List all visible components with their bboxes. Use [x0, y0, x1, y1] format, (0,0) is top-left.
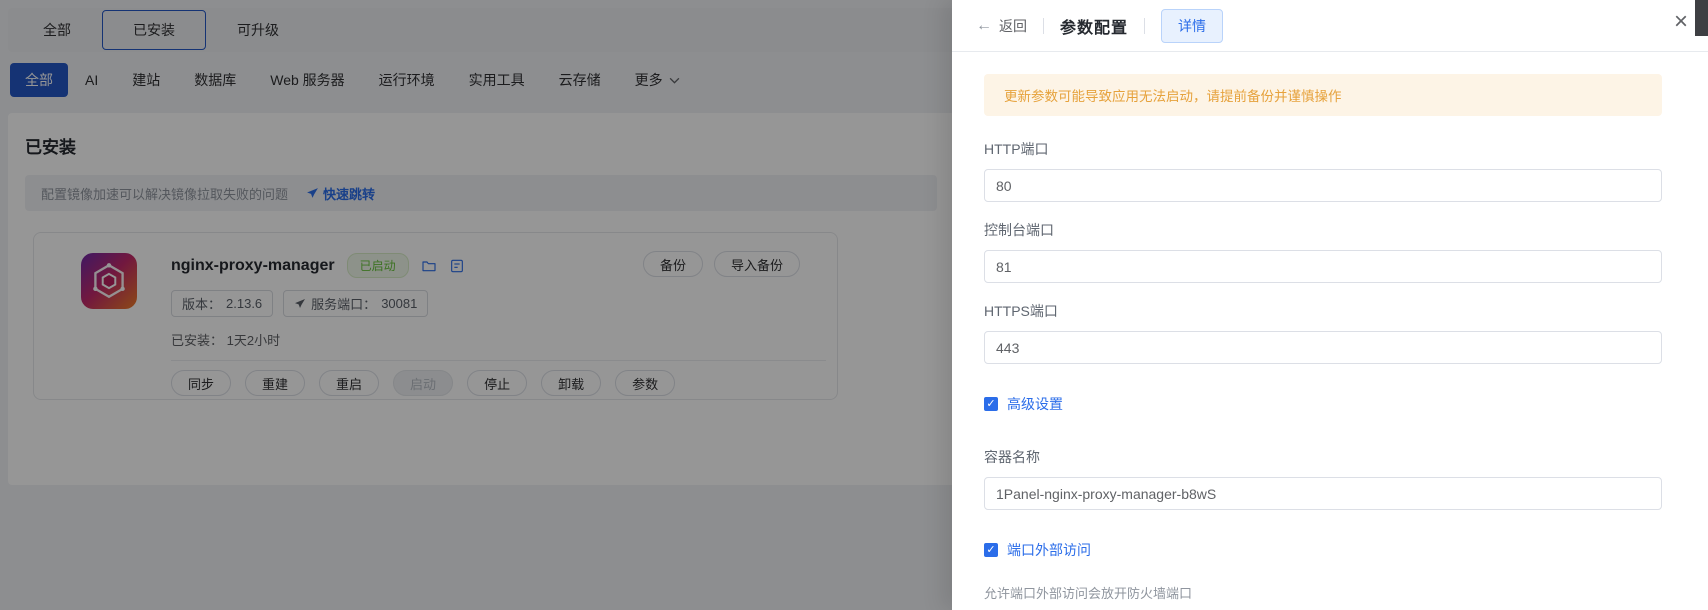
- drawer-title: 参数配置: [1060, 19, 1129, 37]
- drawer-overlay[interactable]: [0, 0, 952, 610]
- https-port-label: HTTPS端口: [984, 303, 1058, 319]
- http-port-label: HTTP端口: [984, 141, 1049, 157]
- checkbox-checked-icon: ✓: [984, 543, 998, 557]
- drawer-body: 更新参数可能导致应用无法启动，请提前备份并谨慎操作 HTTP端口 控制台端口 H…: [952, 52, 1708, 610]
- port-external-access-checkbox[interactable]: ✓ 端口外部访问: [984, 540, 1662, 560]
- back-button[interactable]: ← 返回: [976, 16, 1027, 36]
- advanced-settings-label: 高级设置: [1007, 396, 1063, 412]
- header-divider: [1144, 17, 1146, 34]
- port-external-access-hint: 允许端口外部访问会放开防火墙端口: [984, 586, 1193, 601]
- back-arrow-icon: ←: [976, 16, 992, 34]
- port-external-access-label: 端口外部访问: [1007, 542, 1091, 558]
- console-port-input[interactable]: [984, 250, 1662, 283]
- console-port-label: 控制台端口: [984, 222, 1054, 238]
- window-scrollbar-thumb[interactable]: [1695, 0, 1708, 36]
- close-icon[interactable]: ×: [1674, 10, 1688, 34]
- container-name-input[interactable]: [984, 477, 1662, 510]
- app-screen: 全部 已安装 可升级 全部 AI 建站 数据库 Web 服务器 运行环境 实用工…: [0, 0, 1708, 610]
- update-warning-banner: 更新参数可能导致应用无法启动，请提前备份并谨慎操作: [984, 74, 1662, 116]
- https-port-input[interactable]: [984, 331, 1662, 364]
- checkbox-checked-icon: ✓: [984, 397, 998, 411]
- advanced-settings-checkbox[interactable]: ✓ 高级设置: [984, 394, 1662, 414]
- http-port-input[interactable]: [984, 169, 1662, 202]
- params-config-drawer: ← 返回 参数配置 详情 × 更新参数可能导致应用无法启动，请提前备份并谨慎操作…: [952, 0, 1708, 610]
- container-name-label: 容器名称: [984, 449, 1040, 465]
- detail-button[interactable]: 详情: [1161, 8, 1224, 43]
- back-label: 返回: [999, 17, 1027, 34]
- drawer-header: ← 返回 参数配置 详情 ×: [952, 0, 1708, 52]
- header-divider: [1043, 17, 1044, 34]
